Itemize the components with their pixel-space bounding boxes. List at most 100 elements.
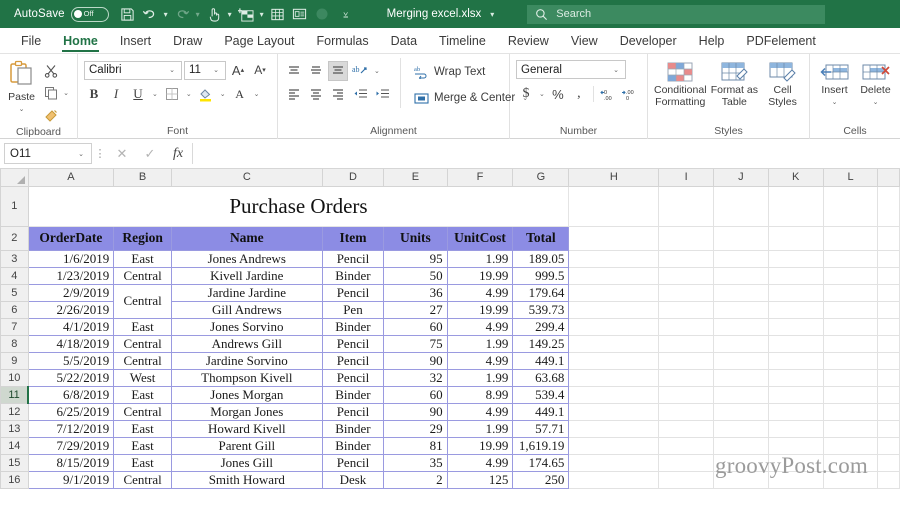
cell-h-5[interactable] xyxy=(568,283,660,302)
cell-unitcost-10[interactable]: 1.99 xyxy=(446,368,514,387)
cell-region-12[interactable]: Central xyxy=(113,402,172,421)
copy-chevron-down-icon[interactable]: ⌄ xyxy=(61,89,71,97)
align-center-icon[interactable] xyxy=(306,84,326,104)
cell-total-11[interactable]: 539.4 xyxy=(512,385,570,404)
cell-m-12[interactable] xyxy=(877,402,900,421)
cut-icon[interactable] xyxy=(41,61,61,81)
cell-l-12[interactable] xyxy=(822,402,879,421)
cell-l-14[interactable] xyxy=(822,436,879,455)
row-header-2[interactable]: 2 xyxy=(0,225,29,251)
cell-k-8[interactable] xyxy=(767,334,824,353)
cell-l-15[interactable] xyxy=(822,453,879,472)
fill-color-chevron-down-icon[interactable]: ⌄ xyxy=(218,90,228,98)
cell-item-16[interactable]: Desk xyxy=(321,470,385,489)
cell-item-5[interactable]: Pencil xyxy=(321,283,385,302)
tab-insert[interactable]: Insert xyxy=(109,33,162,53)
cell-k-15[interactable] xyxy=(767,453,824,472)
cell-j2[interactable] xyxy=(713,225,769,251)
cell-unitcost-9[interactable]: 4.99 xyxy=(446,351,514,370)
cell-name-7[interactable]: Jones Sorvino xyxy=(170,317,323,336)
cell-j-13[interactable] xyxy=(713,419,769,438)
cell-unitcost-12[interactable]: 4.99 xyxy=(446,402,514,421)
record-icon[interactable] xyxy=(311,3,333,25)
increase-decimal-icon[interactable]: .00 0 xyxy=(619,84,639,104)
cell-name-3[interactable]: Jones Andrews xyxy=(170,249,323,268)
cell-orderdate-9[interactable]: 5/5/2019 xyxy=(27,351,115,370)
cell-region-14[interactable]: East xyxy=(113,436,172,455)
font-size-select[interactable]: 11 ⌄ xyxy=(184,60,226,80)
cell-j-12[interactable] xyxy=(713,402,769,421)
header-region[interactable]: Region xyxy=(113,225,172,251)
cell-item-3[interactable]: Pencil xyxy=(321,249,385,268)
cell-i-16[interactable] xyxy=(658,470,715,489)
cell-orderdate-6[interactable]: 2/26/2019 xyxy=(27,300,115,319)
redo-icon[interactable] xyxy=(171,3,193,25)
cell-j-4[interactable] xyxy=(713,266,769,285)
tab-draw[interactable]: Draw xyxy=(162,33,213,53)
cell-region-16[interactable]: Central xyxy=(113,470,172,489)
delete-chevron-down-icon[interactable]: ⌄ xyxy=(871,97,881,109)
cell-i-3[interactable] xyxy=(658,249,715,268)
bold-button[interactable]: B xyxy=(84,84,104,104)
cell-name-16[interactable]: Smith Howard xyxy=(170,470,323,489)
tab-file[interactable]: File xyxy=(10,33,52,53)
cell-l-16[interactable] xyxy=(822,470,879,489)
cell-region-3[interactable]: East xyxy=(113,249,172,268)
header-total[interactable]: Total xyxy=(512,225,570,251)
cell-region-10[interactable]: West xyxy=(113,368,172,387)
insert-function-icon[interactable]: fx xyxy=(164,146,192,162)
cell-unitcost-14[interactable]: 19.99 xyxy=(446,436,514,455)
cell-units-15[interactable]: 35 xyxy=(383,453,448,472)
currency-icon[interactable]: $ xyxy=(516,84,536,104)
cell-name-5[interactable]: Jardine Jardine xyxy=(170,283,323,302)
cell-k-13[interactable] xyxy=(767,419,824,438)
cell-i-5[interactable] xyxy=(658,283,715,302)
orientation-chevron-down-icon[interactable]: ⌄ xyxy=(372,67,382,75)
cell-i-9[interactable] xyxy=(658,351,715,370)
cell-item-7[interactable]: Binder xyxy=(321,317,385,336)
tab-review[interactable]: Review xyxy=(497,33,560,53)
cell-name-14[interactable]: Parent Gill xyxy=(170,436,323,455)
cell-unitcost-15[interactable]: 4.99 xyxy=(446,453,514,472)
cell-h-12[interactable] xyxy=(568,402,660,421)
cell-i-6[interactable] xyxy=(658,300,715,319)
row-header-11[interactable]: 11 xyxy=(0,385,30,404)
cell-units-8[interactable]: 75 xyxy=(383,334,448,353)
tab-view[interactable]: View xyxy=(560,33,609,53)
cell-units-6[interactable]: 27 xyxy=(383,300,448,319)
cell-name-4[interactable]: Kivell Jardine xyxy=(170,266,323,285)
new-sheet-icon[interactable] xyxy=(235,3,257,25)
underline-button[interactable]: U xyxy=(128,84,148,104)
cell-l2[interactable] xyxy=(822,225,879,251)
cell-total-14[interactable]: 1,619.19 xyxy=(512,436,570,455)
cell-total-5[interactable]: 179.64 xyxy=(512,283,570,302)
insert-cells-button[interactable]: Insert ⌄ xyxy=(816,61,853,108)
row-header-14[interactable]: 14 xyxy=(0,436,29,455)
cell-i-4[interactable] xyxy=(658,266,715,285)
cell-item-10[interactable]: Pencil xyxy=(321,368,385,387)
cell-total-6[interactable]: 539.73 xyxy=(512,300,570,319)
cell-unitcost-3[interactable]: 1.99 xyxy=(446,249,514,268)
align-bottom-icon[interactable] xyxy=(328,61,348,81)
cell-l-10[interactable] xyxy=(822,368,879,387)
paste-button[interactable]: Paste ⌄ xyxy=(6,58,37,115)
cell-orderdate-10[interactable]: 5/22/2019 xyxy=(27,368,115,387)
column-header-i[interactable]: I xyxy=(658,169,715,187)
cell-l-3[interactable] xyxy=(822,249,879,268)
cell-m-5[interactable] xyxy=(877,283,900,302)
tab-data[interactable]: Data xyxy=(380,33,428,53)
cell-name-6[interactable]: Gill Andrews xyxy=(170,300,323,319)
cell-j-3[interactable] xyxy=(713,249,769,268)
row-header-4[interactable]: 4 xyxy=(0,266,29,285)
column-header-j[interactable]: J xyxy=(713,169,769,187)
cell-orderdate-15[interactable]: 8/15/2019 xyxy=(27,453,115,472)
cell-k-16[interactable] xyxy=(767,470,824,489)
cell-m-7[interactable] xyxy=(877,317,900,336)
cell-h-15[interactable] xyxy=(568,453,660,472)
save-icon[interactable] xyxy=(117,3,139,25)
cell-h-3[interactable] xyxy=(568,249,660,268)
cell-total-10[interactable]: 63.68 xyxy=(512,368,570,387)
cell-orderdate-5[interactable]: 2/9/2019 xyxy=(27,283,115,302)
cell-m-4[interactable] xyxy=(877,266,900,285)
row-header-9[interactable]: 9 xyxy=(0,351,29,370)
